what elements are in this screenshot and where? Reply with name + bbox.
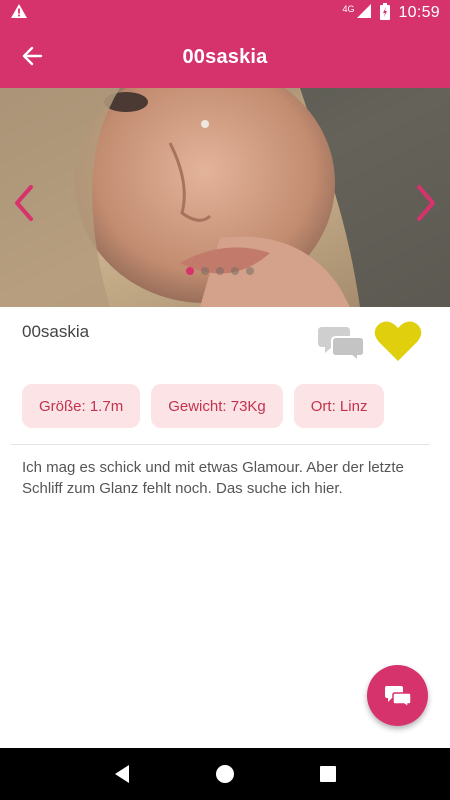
back-button[interactable] [12,36,52,76]
page-dot[interactable] [201,267,209,275]
page-dot[interactable] [216,267,224,275]
nav-back-button[interactable] [102,754,142,794]
chevron-left-icon [15,185,33,221]
profile-attributes: Größe: 1.7m Gewicht: 73Kg Ort: Linz [22,384,385,428]
page-dot[interactable] [246,267,254,275]
profile-description: Ich mag es schick und mit etwas Glamour.… [22,459,404,497]
page-dot[interactable] [231,267,239,275]
arrow-left-icon [22,46,43,66]
nav-home-button[interactable] [205,754,245,794]
chat-bubbles-icon[interactable] [318,323,365,366]
recents-square-icon [320,766,337,782]
weight-chip: Gewicht: 73Kg [151,384,283,428]
back-triangle-icon [114,765,129,783]
warning-icon [10,3,28,24]
status-time: 10:59 [398,4,440,21]
system-navigation-bar [0,748,450,800]
chat-icon [384,685,412,708]
start-chat-button[interactable] [367,665,428,726]
home-circle-icon [215,765,234,783]
page-title: 00saskia [182,45,268,68]
network-type: 4G [342,4,355,14]
app-bar: 00saskia [0,26,450,88]
page-dot[interactable] [186,267,194,275]
location-chip: Ort: Linz [293,384,385,428]
profile-username: 00saskia [22,322,90,341]
previous-photo-button[interactable] [10,183,38,223]
signal-icon [356,3,372,23]
height-chip: Größe: 1.7m [22,384,141,428]
battery-icon [380,2,391,24]
divider [11,444,430,445]
status-bar: 4G 10:59 [0,0,450,26]
nav-recents-button[interactable] [308,754,348,794]
favorite-heart-icon[interactable] [374,320,422,367]
chevron-right-icon [417,185,435,221]
next-photo-button[interactable] [412,183,440,223]
carousel-page-indicator [186,267,254,275]
